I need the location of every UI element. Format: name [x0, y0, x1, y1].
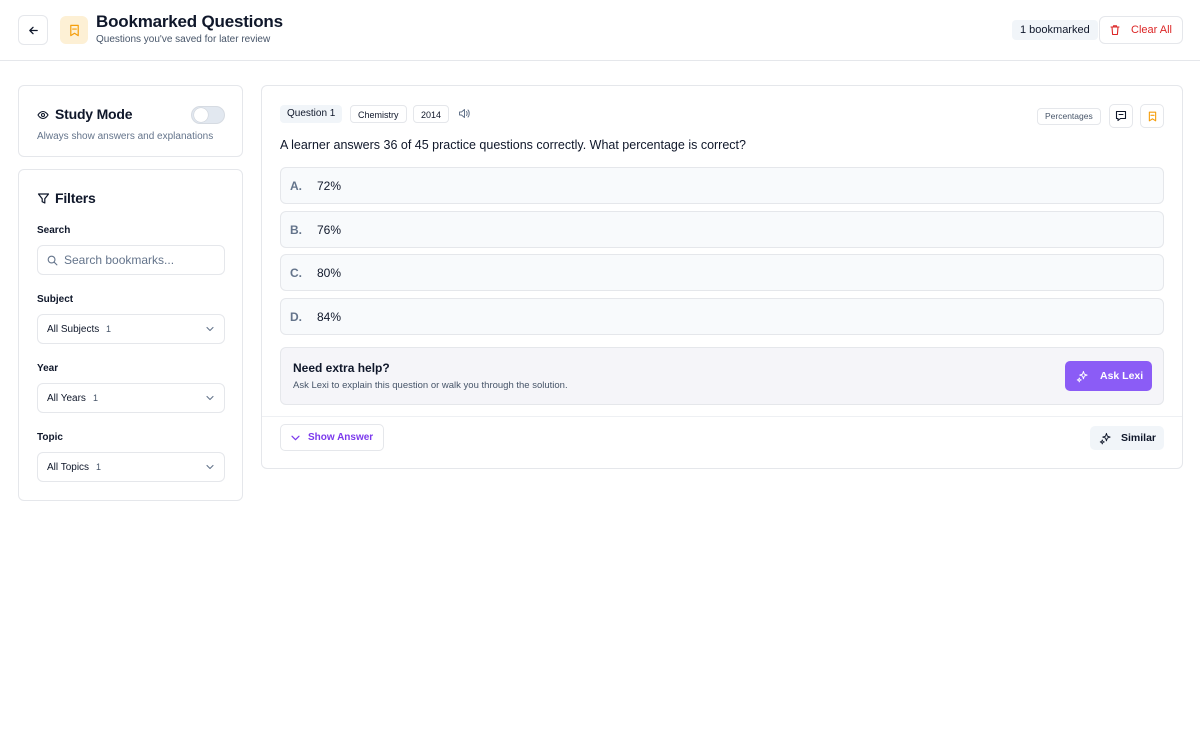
search-icon [47, 255, 58, 266]
year-count: 1 [93, 393, 99, 403]
study-mode-panel: Study Mode Always show answers and expla… [18, 85, 243, 157]
toggle-knob [194, 108, 208, 122]
trash-icon [1110, 25, 1120, 36]
extra-help-box: Need extra help? Ask Lexi to explain thi… [280, 347, 1164, 405]
study-mode-description: Always show answers and explanations [37, 131, 214, 142]
show-answer-label: Show Answer [308, 432, 374, 443]
year-tag: 2014 [413, 105, 450, 123]
filters-title: Filters [55, 190, 96, 206]
option-a[interactable]: A. 72% [280, 167, 1164, 204]
bookmark-icon [1148, 111, 1156, 121]
clear-all-label: Clear All [1131, 24, 1172, 36]
question-number-tag: Question 1 [280, 105, 343, 123]
topic-count: 1 [96, 462, 102, 472]
subject-value: All Subjects [47, 324, 100, 335]
search-input[interactable] [64, 246, 222, 274]
chevron-down-icon [206, 395, 214, 401]
topic-badge: Percentages [1037, 108, 1101, 125]
chevron-down-icon [291, 435, 300, 440]
bookmark-icon [69, 24, 79, 36]
option-letter: A. [290, 179, 302, 193]
study-mode-title: Study Mode [55, 106, 133, 122]
page-header: Bookmarked Questions Questions you've sa… [0, 0, 1200, 61]
sparkles-icon [1099, 432, 1111, 444]
option-d[interactable]: D. 84% [280, 298, 1164, 335]
option-letter: D. [290, 310, 302, 324]
page-subtitle: Questions you've saved for later review [96, 34, 271, 45]
filters-panel: Filters Search Subject All Subjects 1 Ye… [18, 169, 243, 501]
subject-select[interactable]: All Subjects 1 [37, 314, 225, 344]
question-text: A learner answers 36 of 45 practice ques… [280, 138, 746, 152]
topic-label: Topic [37, 432, 63, 443]
bookmark-button[interactable] [1140, 104, 1164, 128]
option-letter: B. [290, 223, 302, 237]
card-divider [262, 416, 1182, 417]
help-description: Ask Lexi to explain this question or wal… [293, 380, 568, 391]
header-bookmark-badge [60, 16, 88, 44]
year-value: All Years [47, 393, 86, 404]
help-title: Need extra help? [293, 361, 390, 375]
option-text: 76% [317, 223, 342, 237]
question-card: Question 1 Chemistry 2014 Percentages A … [261, 85, 1183, 469]
option-letter: C. [290, 266, 302, 280]
search-field [37, 245, 225, 275]
option-text: 80% [317, 266, 342, 280]
page-title: Bookmarked Questions [96, 12, 283, 31]
sparkles-icon [1076, 370, 1088, 382]
option-c[interactable]: C. 80% [280, 254, 1164, 291]
chevron-down-icon [206, 464, 214, 470]
speaker-icon[interactable] [458, 108, 470, 119]
clear-all-button[interactable]: Clear All [1099, 16, 1183, 44]
subject-tag: Chemistry [350, 105, 407, 123]
option-b[interactable]: B. 76% [280, 211, 1164, 248]
search-label: Search [37, 225, 71, 236]
chevron-down-icon [206, 326, 214, 332]
year-select[interactable]: All Years 1 [37, 383, 225, 413]
subject-label: Subject [37, 294, 74, 305]
similar-button[interactable]: Similar [1090, 426, 1164, 450]
filter-icon [37, 193, 50, 204]
show-answer-button[interactable]: Show Answer [280, 424, 384, 451]
arrow-left-icon [28, 26, 38, 34]
comment-icon [1115, 110, 1127, 122]
eye-icon [37, 110, 49, 120]
ask-lexi-button[interactable]: Ask Lexi [1065, 361, 1152, 391]
bookmark-count-badge: 1 bookmarked [1012, 20, 1098, 40]
back-button[interactable] [18, 15, 48, 45]
subject-count: 1 [106, 324, 112, 334]
option-text: 72% [317, 179, 342, 193]
comment-button[interactable] [1109, 104, 1133, 128]
year-label: Year [37, 363, 59, 374]
similar-label: Similar [1121, 432, 1157, 444]
study-mode-toggle[interactable] [191, 106, 225, 124]
option-text: 84% [317, 310, 342, 324]
ask-lexi-label: Ask Lexi [1100, 370, 1144, 382]
topic-value: All Topics [47, 462, 90, 473]
topic-select[interactable]: All Topics 1 [37, 452, 225, 482]
